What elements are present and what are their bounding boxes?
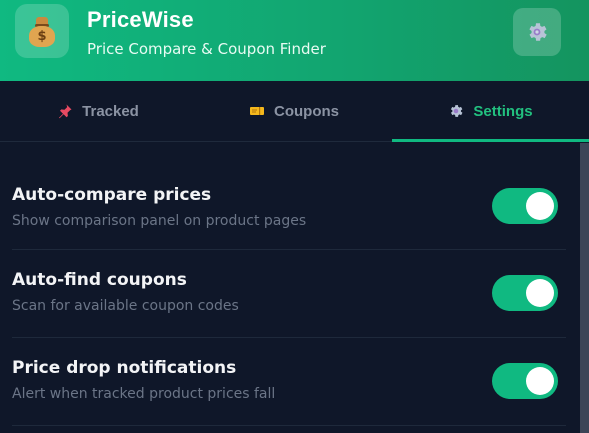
- scrollbar[interactable]: [580, 143, 589, 433]
- money-bag-icon: $: [27, 15, 57, 47]
- tab-settings[interactable]: Settings: [392, 81, 589, 142]
- tab-coupons-label: Coupons: [274, 102, 339, 120]
- pushpin-icon: [59, 104, 72, 119]
- setting-title: Auto-compare prices: [12, 185, 212, 205]
- tab-settings-label: Settings: [473, 102, 533, 120]
- tab-tracked-label: Tracked: [82, 102, 139, 120]
- scrollbar-thumb[interactable]: [580, 143, 589, 433]
- settings-button[interactable]: [513, 8, 561, 56]
- app-logo: $: [15, 4, 69, 58]
- gear-icon: [529, 23, 547, 41]
- gear-icon: [451, 105, 463, 117]
- price-drop-toggle[interactable]: [492, 363, 558, 399]
- setting-description: Alert when tracked product prices fall: [12, 386, 276, 402]
- tab-bar: Tracked Coupons Settings: [0, 81, 589, 142]
- setting-title: Auto-find coupons: [12, 270, 187, 290]
- setting-auto-compare: Auto-compare prices Show comparison pane…: [12, 143, 566, 250]
- setting-description: Show comparison panel on product pages: [12, 213, 307, 229]
- auto-find-coupons-toggle[interactable]: [492, 275, 558, 311]
- toggle-knob: [526, 279, 554, 307]
- toggle-knob: [526, 192, 554, 220]
- app-subtitle: Price Compare & Coupon Finder: [87, 40, 326, 58]
- setting-price-drop-notifications: Price drop notifications Alert when trac…: [12, 338, 566, 426]
- settings-panel: Auto-compare prices Show comparison pane…: [0, 143, 578, 433]
- tab-tracked[interactable]: Tracked: [0, 81, 196, 141]
- setting-auto-find-coupons: Auto-find coupons Scan for available cou…: [12, 250, 566, 338]
- auto-compare-toggle[interactable]: [492, 188, 558, 224]
- setting-title: Price drop notifications: [12, 358, 237, 378]
- app-title: PriceWise: [87, 7, 194, 32]
- setting-description: Scan for available coupon codes: [12, 298, 239, 314]
- ticket-icon: [250, 107, 264, 115]
- app-header: $ PriceWise Price Compare & Coupon Finde…: [0, 0, 589, 81]
- toggle-knob: [526, 367, 554, 395]
- tab-coupons[interactable]: Coupons: [196, 81, 392, 141]
